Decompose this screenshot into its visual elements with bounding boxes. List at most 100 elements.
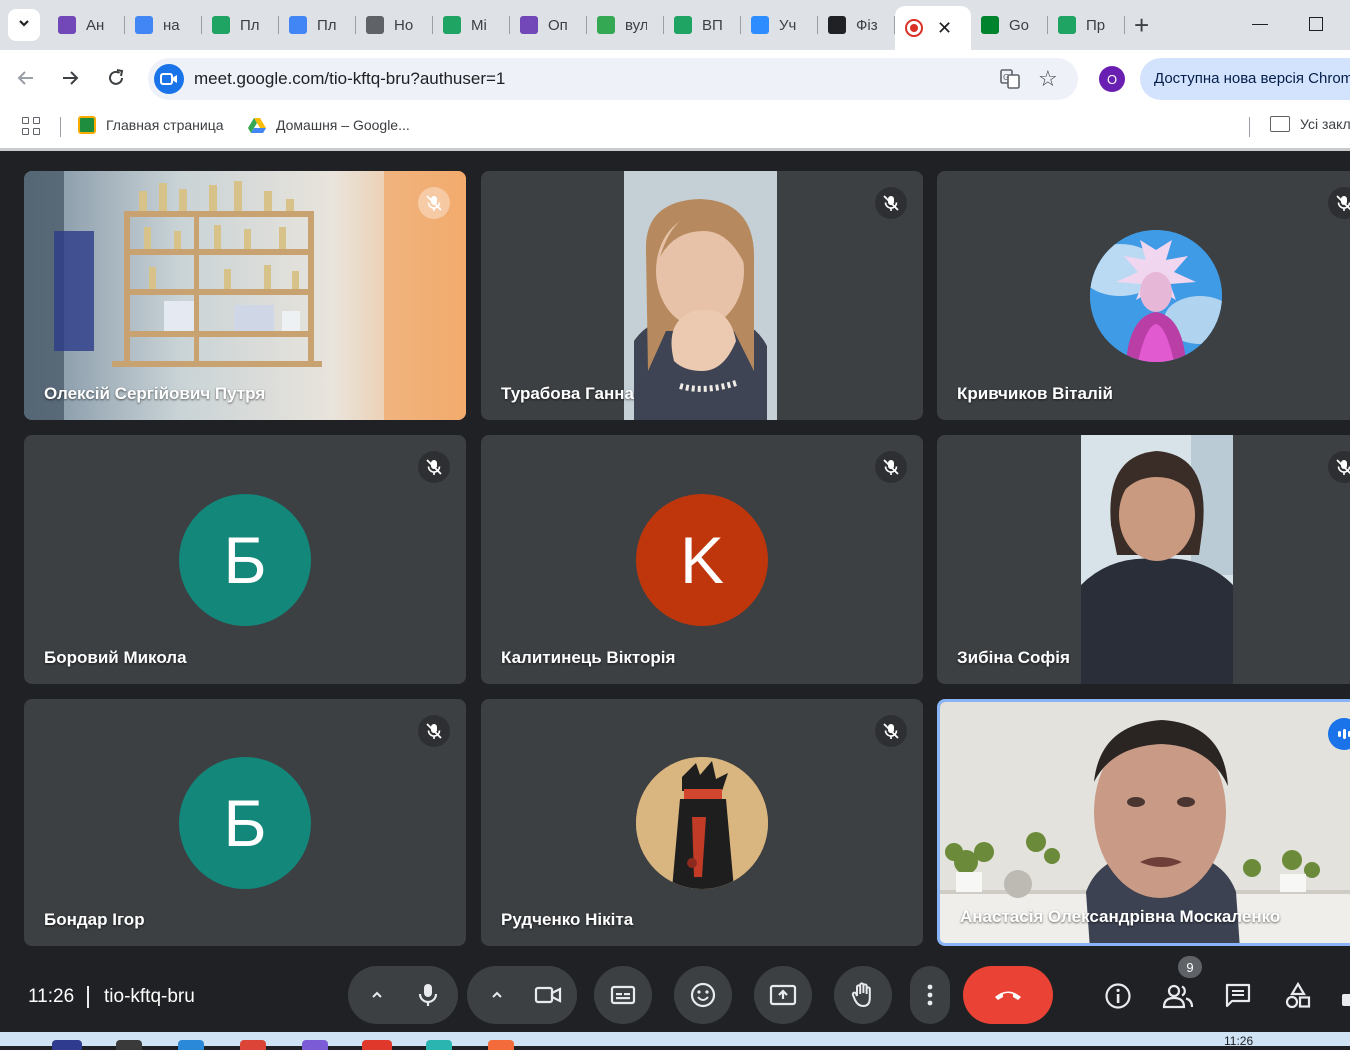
video-options-button[interactable]: [477, 966, 517, 1024]
more-options-button[interactable]: [910, 966, 950, 1024]
leave-call-button[interactable]: [963, 966, 1053, 1024]
tab-title: Уч: [779, 16, 797, 34]
google-icon: [135, 16, 153, 34]
bookmark-home[interactable]: Главная страница: [78, 116, 224, 134]
apps-grid-icon[interactable]: [22, 117, 40, 135]
participant-tile[interactable]: Кривчиков Віталій: [937, 171, 1350, 420]
app-icon[interactable]: [426, 1040, 452, 1050]
browser-tab[interactable]: Пл: [279, 6, 356, 44]
participant-tile[interactable]: K Калитинець Вікторія: [481, 435, 923, 684]
chat-button[interactable]: [1220, 978, 1256, 1014]
app-icon[interactable]: [116, 1040, 142, 1050]
tab-search-button[interactable]: [8, 9, 40, 41]
participant-tile[interactable]: Олексій Сергійович Путря: [24, 171, 466, 420]
tab-title: на: [163, 16, 180, 34]
captions-button[interactable]: [594, 966, 652, 1024]
present-screen-button[interactable]: [754, 966, 812, 1024]
participant-name: Калитинець Вікторія: [501, 648, 676, 667]
url-text[interactable]: meet.google.com/tio-kftq-bru?authuser=1: [194, 69, 505, 89]
participant-tile[interactable]: Б Боровий Микола: [24, 435, 466, 684]
reload-button[interactable]: [102, 64, 130, 92]
muted-mic-icon: [875, 187, 907, 219]
chevron-up-icon: [492, 991, 502, 998]
app-icon[interactable]: [302, 1040, 328, 1050]
participant-avatar-image: [636, 756, 768, 889]
meeting-details-button[interactable]: [1100, 978, 1136, 1014]
drive-icon: [443, 16, 461, 34]
translate-icon[interactable]: G: [1000, 69, 1020, 89]
browser-tab[interactable]: на: [125, 6, 202, 44]
call-end-icon: [995, 991, 1021, 1000]
people-button[interactable]: [1160, 978, 1196, 1014]
participant-tile-speaking[interactable]: Анастасія Олександрівна Москаленко: [937, 699, 1350, 946]
camera-site-icon[interactable]: [154, 64, 184, 94]
app-icon[interactable]: [52, 1040, 82, 1050]
videocam-icon: [534, 986, 562, 1004]
tab-title: Пл: [240, 16, 260, 34]
chrome-taskbar-icon[interactable]: [240, 1040, 266, 1050]
browser-tab[interactable]: Но: [356, 6, 433, 44]
docs-icon: [289, 16, 307, 34]
drive-icon: [248, 116, 266, 134]
more-vert-icon: [927, 984, 933, 1006]
participant-tile[interactable]: Рудченко Нікіта: [481, 699, 923, 946]
audio-options-button[interactable]: [357, 966, 397, 1024]
participant-initial-avatar: K: [636, 493, 768, 626]
meeting-time: 11:26: [28, 986, 75, 1007]
chevron-down-icon: [17, 16, 31, 35]
browser-tab[interactable]: Пр: [1048, 6, 1125, 44]
all-bookmarks-folder[interactable]: Усі закладки: [1270, 116, 1350, 132]
browser-tab[interactable]: вул: [587, 6, 664, 44]
reactions-button[interactable]: [674, 966, 732, 1024]
minimize-window-button[interactable]: [1252, 24, 1268, 25]
classroom-icon: [78, 116, 96, 134]
browser-tab-active[interactable]: ✕: [895, 6, 971, 50]
closed-captions-icon: [610, 985, 636, 1005]
back-button[interactable]: [12, 64, 40, 92]
camera-button[interactable]: [519, 966, 577, 1024]
mic-icon: [418, 984, 438, 1006]
browser-tab[interactable]: ВП: [664, 6, 741, 44]
app-icon[interactable]: [362, 1040, 392, 1050]
forward-button[interactable]: [56, 64, 84, 92]
maximize-window-button[interactable]: [1309, 17, 1323, 31]
activities-button[interactable]: [1280, 978, 1316, 1014]
participant-tile[interactable]: Зибіна Софія: [937, 435, 1350, 684]
bookmark-drive-home[interactable]: Домашня – Google...: [248, 116, 410, 134]
browser-tab[interactable]: Фіз: [818, 6, 895, 44]
browser-tab[interactable]: Go: [971, 6, 1048, 44]
drive-icon: [1058, 16, 1076, 34]
raise-hand-button[interactable]: [834, 966, 892, 1024]
app-icon[interactable]: [178, 1040, 204, 1050]
new-tab-button[interactable]: +: [1134, 10, 1149, 40]
browser-tab[interactable]: Ан: [48, 6, 125, 44]
browser-tab[interactable]: Пл: [202, 6, 279, 44]
folder-label: Усі закладки: [1300, 116, 1350, 132]
zoom-icon: [751, 16, 769, 34]
microphone-button[interactable]: [399, 966, 457, 1024]
muted-mic-icon: [1328, 187, 1350, 219]
tab-title: вул: [625, 16, 647, 34]
participant-tile[interactable]: Б Бондар Ігор: [24, 699, 466, 946]
browser-tab[interactable]: Оп: [510, 6, 587, 44]
chrome-divider: [0, 148, 1350, 151]
browser-tab[interactable]: Уч: [741, 6, 818, 44]
close-tab-icon[interactable]: ✕: [937, 18, 952, 39]
folder-icon: [1270, 116, 1290, 132]
participant-tile[interactable]: Турабова Ганна: [481, 171, 923, 420]
participant-name: Кривчиков Віталій: [957, 384, 1113, 403]
tab-title: Оп: [548, 16, 568, 34]
browser-tab[interactable]: Мі: [433, 6, 510, 44]
panel-toggle-button[interactable]: [1340, 978, 1350, 1014]
muted-mic-icon: [418, 715, 450, 747]
bookmark-label: Главная страница: [106, 117, 224, 133]
app-icon[interactable]: [488, 1040, 514, 1050]
tab-title: Пр: [1086, 16, 1106, 34]
tab-title: Go: [1009, 16, 1030, 34]
participant-name: Боровий Микола: [44, 648, 187, 667]
bookmark-star-icon[interactable]: ☆: [1038, 66, 1058, 92]
tab-title: Фіз: [856, 16, 878, 34]
address-bar[interactable]: meet.google.com/tio-kftq-bru?authuser=1 …: [148, 58, 1078, 100]
chrome-update-button[interactable]: Доступна нова версія Chrome: [1140, 58, 1350, 100]
profile-avatar[interactable]: O: [1099, 66, 1125, 92]
